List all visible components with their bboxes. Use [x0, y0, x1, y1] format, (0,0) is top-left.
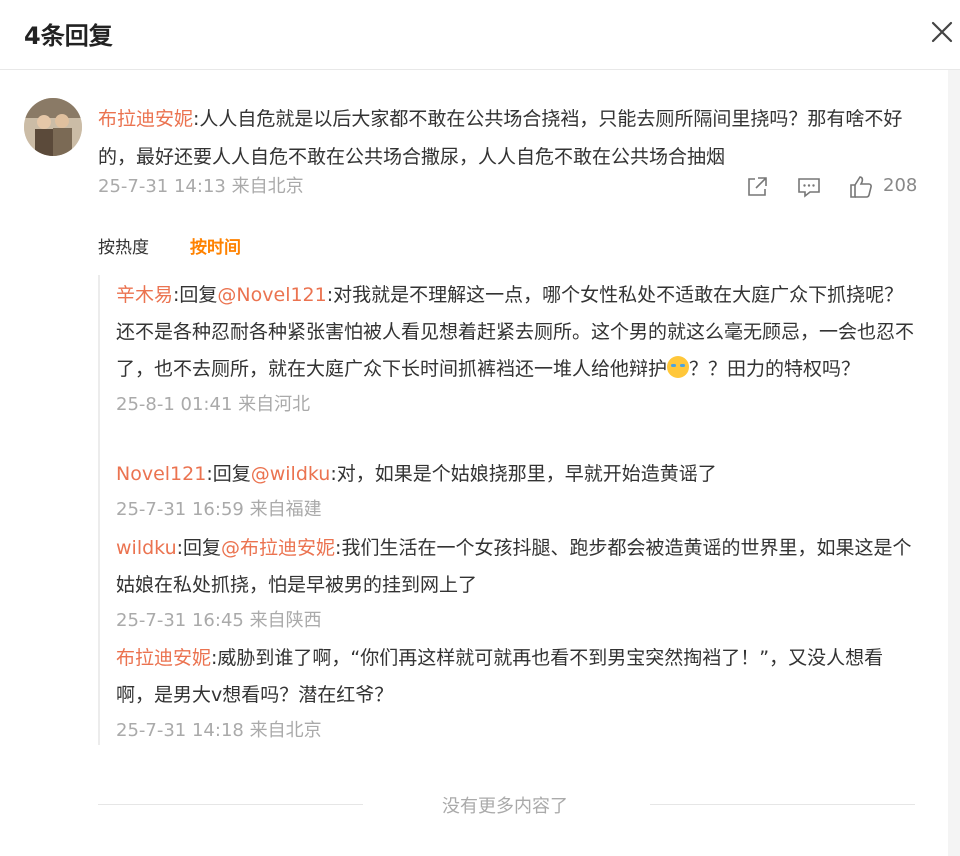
- sort-by-time[interactable]: 按时间: [190, 233, 241, 258]
- comment-icon[interactable]: [796, 174, 822, 200]
- reply-item: 布拉迪安妮:威胁到谁了啊，“你们再这样就可就再也看不到男宝突然掏裆了！”，又没人…: [116, 640, 916, 748]
- reply-body: 布拉迪安妮:威胁到谁了啊，“你们再这样就可就再也看不到男宝突然掏裆了！”，又没人…: [116, 640, 916, 714]
- avatar[interactable]: [24, 98, 82, 156]
- reply-author[interactable]: 辛木易: [116, 284, 173, 306]
- reply-meta: 25-7-31 16:45 来自陕西: [116, 610, 322, 631]
- close-icon[interactable]: [928, 18, 956, 46]
- reply-item: wildku:回复@布拉迪安妮:我们生活在一个女孩抖腿、跑步都会被造黄谣的世界里…: [116, 530, 916, 638]
- no-more-content: 没有更多内容了: [442, 796, 568, 817]
- dialog-header: 4条回复: [0, 0, 960, 70]
- reply-mention[interactable]: @wildku: [251, 463, 331, 485]
- reply-body: wildku:回复@布拉迪安妮:我们生活在一个女孩抖腿、跑步都会被造黄谣的世界里…: [116, 530, 916, 604]
- dialog-title: 4条回复: [24, 22, 113, 50]
- reply-mention[interactable]: @布拉迪安妮: [221, 537, 335, 559]
- reply-item: Novel121:回复@wildku:对，如果是个姑娘挠那里，早就开始造黄谣了 …: [116, 456, 916, 527]
- reply-prefix: :回复: [173, 284, 218, 306]
- reply-text: :威胁到谁了啊，“你们再这样就可就再也看不到男宝突然掏裆了！”，又没人想看啊，是…: [116, 647, 884, 706]
- like-count: 208: [883, 175, 918, 196]
- reply-author[interactable]: wildku: [116, 537, 177, 559]
- reply-author[interactable]: Novel121: [116, 463, 206, 485]
- crying-emoji-icon: [667, 356, 690, 378]
- sort-by-hot[interactable]: 按热度: [98, 233, 149, 258]
- scrollbar[interactable]: [948, 70, 960, 856]
- reply-item: 辛木易:回复@Novel121:对我就是不理解这一点，哪个女性私处不适敢在大庭广…: [116, 277, 916, 422]
- reply-prefix: :回复: [176, 537, 222, 559]
- like-icon[interactable]: [848, 174, 874, 200]
- reply-meta: 25-7-31 14:18 来自北京: [116, 720, 322, 741]
- reply-meta: 25-7-31 16:59 来自福建: [116, 499, 322, 520]
- comment-actions: 208: [740, 172, 920, 204]
- main-comment: 布拉迪安妮:人人自危就是以后大家都不敢在公共场合挠裆，只能去厕所隔间里挠吗？那有…: [98, 100, 928, 176]
- reply-text: :对，如果是个姑娘挠那里，早就开始造黄谣了: [330, 463, 717, 485]
- reply-list: 辛木易:回复@Novel121:对我就是不理解这一点，哪个女性私处不适敢在大庭广…: [98, 275, 928, 745]
- comment-author[interactable]: 布拉迪安妮: [98, 108, 193, 130]
- divider-left: [98, 804, 363, 805]
- comment-text: :人人自危就是以后大家都不敢在公共场合挠裆，只能去厕所隔间里挠吗？那有啥不好的，…: [98, 108, 903, 168]
- reply-author[interactable]: 布拉迪安妮: [116, 647, 211, 669]
- reply-body: Novel121:回复@wildku:对，如果是个姑娘挠那里，早就开始造黄谣了: [116, 456, 916, 493]
- share-icon[interactable]: [744, 174, 770, 200]
- reply-prefix: :回复: [206, 463, 251, 485]
- divider-right: [650, 804, 915, 805]
- comment-meta: 25-7-31 14:13 来自北京: [98, 176, 304, 197]
- reply-mention[interactable]: @Novel121: [217, 284, 326, 306]
- reply-text-tail: ？？田力的特权吗？: [689, 358, 861, 380]
- reply-meta: 25-8-1 01:41 来自河北: [116, 394, 311, 415]
- reply-body: 辛木易:回复@Novel121:对我就是不理解这一点，哪个女性私处不适敢在大庭广…: [116, 277, 916, 388]
